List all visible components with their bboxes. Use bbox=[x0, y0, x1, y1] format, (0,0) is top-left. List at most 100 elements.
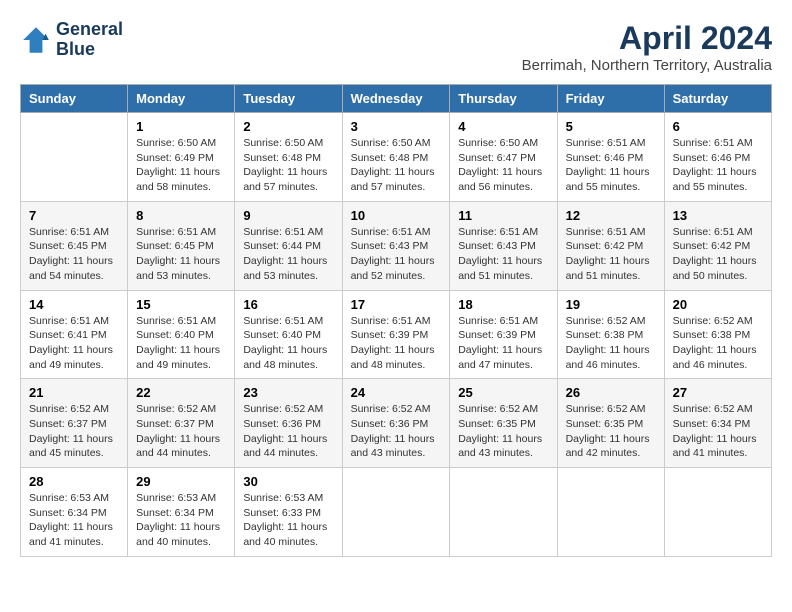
day-info: Sunrise: 6:51 AM Sunset: 6:46 PM Dayligh… bbox=[673, 136, 763, 195]
title-block: April 2024 Berrimah, Northern Territory,… bbox=[522, 20, 772, 74]
calendar-row-4: 28 Sunrise: 6:53 AM Sunset: 6:34 PM Dayli… bbox=[21, 468, 772, 557]
day-number: 28 bbox=[29, 474, 119, 489]
calendar-cell bbox=[450, 468, 557, 557]
calendar-cell: 11Sunrise: 6:51 AM Sunset: 6:43 PM Dayli… bbox=[450, 201, 557, 290]
calendar-cell: 5 Sunrise: 6:51 AM Sunset: 6:46 PM Daylig… bbox=[557, 113, 664, 202]
day-number: 3 bbox=[351, 119, 442, 134]
calendar-row-2: 14 Sunrise: 6:51 AM Sunset: 6:41 PM Dayli… bbox=[21, 290, 772, 379]
day-info: Sunrise: 6:51 AM Sunset: 6:46 PM Dayligh… bbox=[566, 136, 656, 195]
day-info: Sunrise: 6:52 AM Sunset: 6:35 PM Dayligh… bbox=[458, 402, 548, 461]
calendar-cell bbox=[21, 113, 128, 202]
day-number: 9 bbox=[243, 208, 333, 223]
day-number: 22 bbox=[136, 385, 226, 400]
calendar-cell: 7 Sunrise: 6:51 AM Sunset: 6:45 PM Daylig… bbox=[21, 201, 128, 290]
day-number: 1 bbox=[136, 119, 226, 134]
day-info: Sunrise: 6:50 AM Sunset: 6:48 PM Dayligh… bbox=[243, 136, 333, 195]
day-number: 17 bbox=[351, 297, 442, 312]
calendar-cell bbox=[664, 468, 771, 557]
day-info: Sunrise: 6:51 AM Sunset: 6:44 PM Dayligh… bbox=[243, 225, 333, 284]
calendar-cell: 25Sunrise: 6:52 AM Sunset: 6:35 PM Dayli… bbox=[450, 379, 557, 468]
day-number: 26 bbox=[566, 385, 656, 400]
header-cell-wednesday: Wednesday bbox=[342, 85, 450, 113]
logo-line2: Blue bbox=[56, 40, 123, 60]
day-info: Sunrise: 6:52 AM Sunset: 6:34 PM Dayligh… bbox=[673, 402, 763, 461]
day-number: 10 bbox=[351, 208, 442, 223]
day-info: Sunrise: 6:53 AM Sunset: 6:34 PM Dayligh… bbox=[29, 491, 119, 550]
calendar-cell: 14 Sunrise: 6:51 AM Sunset: 6:41 PM Dayli… bbox=[21, 290, 128, 379]
day-number: 16 bbox=[243, 297, 333, 312]
calendar-cell: 29Sunrise: 6:53 AM Sunset: 6:34 PM Dayli… bbox=[128, 468, 235, 557]
logo: General Blue bbox=[20, 20, 123, 60]
day-info: Sunrise: 6:52 AM Sunset: 6:36 PM Dayligh… bbox=[351, 402, 442, 461]
day-info: Sunrise: 6:52 AM Sunset: 6:38 PM Dayligh… bbox=[673, 314, 763, 373]
calendar-cell: 27 Sunrise: 6:52 AM Sunset: 6:34 PM Dayli… bbox=[664, 379, 771, 468]
logo-text: General Blue bbox=[56, 20, 123, 60]
day-number: 15 bbox=[136, 297, 226, 312]
day-info: Sunrise: 6:50 AM Sunset: 6:49 PM Dayligh… bbox=[136, 136, 226, 195]
day-number: 7 bbox=[29, 208, 119, 223]
calendar-cell: 3 Sunrise: 6:50 AM Sunset: 6:48 PM Daylig… bbox=[342, 113, 450, 202]
day-info: Sunrise: 6:51 AM Sunset: 6:41 PM Dayligh… bbox=[29, 314, 119, 373]
calendar-cell: 9 Sunrise: 6:51 AM Sunset: 6:44 PM Daylig… bbox=[235, 201, 342, 290]
calendar-cell: 1 Sunrise: 6:50 AM Sunset: 6:49 PM Daylig… bbox=[128, 113, 235, 202]
calendar-cell bbox=[342, 468, 450, 557]
day-number: 2 bbox=[243, 119, 333, 134]
day-number: 18 bbox=[458, 297, 548, 312]
day-info: Sunrise: 6:51 AM Sunset: 6:43 PM Dayligh… bbox=[351, 225, 442, 284]
calendar-cell: 22 Sunrise: 6:52 AM Sunset: 6:37 PM Dayli… bbox=[128, 379, 235, 468]
day-info: Sunrise: 6:51 AM Sunset: 6:39 PM Dayligh… bbox=[458, 314, 548, 373]
day-info: Sunrise: 6:52 AM Sunset: 6:37 PM Dayligh… bbox=[29, 402, 119, 461]
calendar-cell: 20 Sunrise: 6:52 AM Sunset: 6:38 PM Dayli… bbox=[664, 290, 771, 379]
day-number: 12 bbox=[566, 208, 656, 223]
day-number: 5 bbox=[566, 119, 656, 134]
month-title: April 2024 bbox=[522, 20, 772, 57]
calendar-cell: 6 Sunrise: 6:51 AM Sunset: 6:46 PM Daylig… bbox=[664, 113, 771, 202]
day-info: Sunrise: 6:52 AM Sunset: 6:37 PM Dayligh… bbox=[136, 402, 226, 461]
day-info: Sunrise: 6:51 AM Sunset: 6:39 PM Dayligh… bbox=[351, 314, 442, 373]
header-cell-saturday: Saturday bbox=[664, 85, 771, 113]
day-number: 14 bbox=[29, 297, 119, 312]
day-info: Sunrise: 6:52 AM Sunset: 6:36 PM Dayligh… bbox=[243, 402, 333, 461]
calendar-cell: 30Sunrise: 6:53 AM Sunset: 6:33 PM Dayli… bbox=[235, 468, 342, 557]
calendar-cell: 28 Sunrise: 6:53 AM Sunset: 6:34 PM Dayli… bbox=[21, 468, 128, 557]
calendar-cell: 17 Sunrise: 6:51 AM Sunset: 6:39 PM Dayli… bbox=[342, 290, 450, 379]
day-number: 11 bbox=[458, 208, 548, 223]
day-number: 8 bbox=[136, 208, 226, 223]
calendar-cell bbox=[557, 468, 664, 557]
calendar-row-0: 1 Sunrise: 6:50 AM Sunset: 6:49 PM Daylig… bbox=[21, 113, 772, 202]
day-info: Sunrise: 6:53 AM Sunset: 6:34 PM Dayligh… bbox=[136, 491, 226, 550]
calendar-cell: 19Sunrise: 6:52 AM Sunset: 6:38 PM Dayli… bbox=[557, 290, 664, 379]
day-info: Sunrise: 6:51 AM Sunset: 6:42 PM Dayligh… bbox=[566, 225, 656, 284]
day-number: 13 bbox=[673, 208, 763, 223]
header-cell-monday: Monday bbox=[128, 85, 235, 113]
calendar-cell: 13Sunrise: 6:51 AM Sunset: 6:42 PM Dayli… bbox=[664, 201, 771, 290]
day-info: Sunrise: 6:50 AM Sunset: 6:47 PM Dayligh… bbox=[458, 136, 548, 195]
calendar-table: SundayMondayTuesdayWednesdayThursdayFrid… bbox=[20, 84, 772, 557]
calendar-cell: 16Sunrise: 6:51 AM Sunset: 6:40 PM Dayli… bbox=[235, 290, 342, 379]
day-info: Sunrise: 6:51 AM Sunset: 6:45 PM Dayligh… bbox=[29, 225, 119, 284]
logo-icon bbox=[20, 24, 52, 56]
day-info: Sunrise: 6:52 AM Sunset: 6:38 PM Dayligh… bbox=[566, 314, 656, 373]
day-number: 4 bbox=[458, 119, 548, 134]
logo-line1: General bbox=[56, 20, 123, 40]
day-info: Sunrise: 6:50 AM Sunset: 6:48 PM Dayligh… bbox=[351, 136, 442, 195]
day-number: 6 bbox=[673, 119, 763, 134]
day-info: Sunrise: 6:51 AM Sunset: 6:45 PM Dayligh… bbox=[136, 225, 226, 284]
calendar-cell: 4 Sunrise: 6:50 AM Sunset: 6:47 PM Daylig… bbox=[450, 113, 557, 202]
day-info: Sunrise: 6:52 AM Sunset: 6:35 PM Dayligh… bbox=[566, 402, 656, 461]
day-number: 30 bbox=[243, 474, 333, 489]
day-number: 24 bbox=[351, 385, 442, 400]
calendar-cell: 12 Sunrise: 6:51 AM Sunset: 6:42 PM Dayli… bbox=[557, 201, 664, 290]
calendar-cell: 2 Sunrise: 6:50 AM Sunset: 6:48 PM Daylig… bbox=[235, 113, 342, 202]
day-number: 20 bbox=[673, 297, 763, 312]
day-number: 21 bbox=[29, 385, 119, 400]
header-cell-friday: Friday bbox=[557, 85, 664, 113]
calendar-cell: 15 Sunrise: 6:51 AM Sunset: 6:40 PM Dayli… bbox=[128, 290, 235, 379]
calendar-cell: 21 Sunrise: 6:52 AM Sunset: 6:37 PM Dayli… bbox=[21, 379, 128, 468]
day-number: 27 bbox=[673, 385, 763, 400]
calendar-cell: 24 Sunrise: 6:52 AM Sunset: 6:36 PM Dayli… bbox=[342, 379, 450, 468]
calendar-header-row: SundayMondayTuesdayWednesdayThursdayFrid… bbox=[21, 85, 772, 113]
day-info: Sunrise: 6:51 AM Sunset: 6:40 PM Dayligh… bbox=[136, 314, 226, 373]
header-cell-tuesday: Tuesday bbox=[235, 85, 342, 113]
day-number: 23 bbox=[243, 385, 333, 400]
